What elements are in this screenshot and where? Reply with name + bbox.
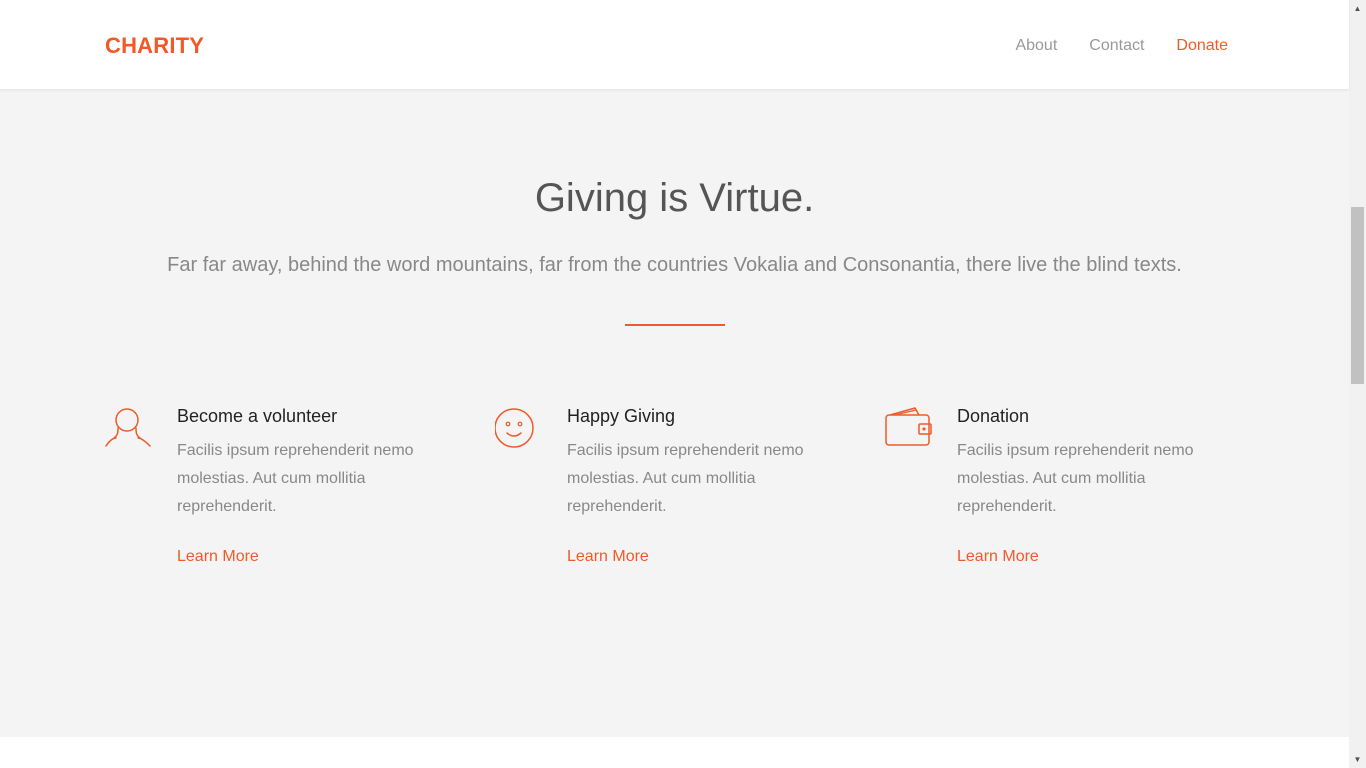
feature-title: Donation — [957, 406, 1030, 426]
feature-title: Happy Giving — [567, 406, 676, 426]
learn-more-link[interactable]: Learn More — [957, 547, 1039, 567]
feature-text: Facilis ipsum reprehenderit nemo molesti… — [957, 442, 1194, 515]
user-icon — [105, 408, 151, 447]
main-nav: About Contact Donate — [983, 36, 1228, 56]
hero-title: Giving is Virtue. — [534, 176, 815, 220]
site-header: CHARITY About Contact Donate — [0, 0, 1349, 89]
section-divider — [625, 324, 725, 326]
site-logo[interactable]: CHARITY — [105, 33, 204, 59]
scroll-up-arrow-icon[interactable]: ▲ — [1349, 0, 1366, 17]
page-scrollbar[interactable]: ▲ ▼ — [1349, 0, 1366, 768]
nav-link-donate[interactable]: Donate — [1176, 36, 1228, 56]
learn-more-link[interactable]: Learn More — [567, 547, 649, 567]
scroll-thumb[interactable] — [1351, 207, 1364, 384]
nav-link-contact[interactable]: Contact — [1089, 36, 1144, 56]
smiley-icon — [495, 408, 534, 448]
hero-subtitle: Far far away, behind the word mountains,… — [167, 254, 1182, 276]
feature-text: Facilis ipsum reprehenderit nemo molesti… — [177, 442, 414, 515]
next-section — [0, 737, 1349, 768]
learn-more-link[interactable]: Learn More — [177, 547, 259, 567]
wallet-icon — [885, 407, 932, 446]
feature-text: Facilis ipsum reprehenderit nemo molesti… — [567, 442, 804, 515]
feature-title: Become a volunteer — [177, 406, 338, 426]
main-section: Giving is Virtue. Far far away, behind t… — [0, 89, 1349, 737]
scroll-down-arrow-icon[interactable]: ▼ — [1349, 751, 1366, 768]
nav-link-about[interactable]: About — [1015, 36, 1057, 56]
